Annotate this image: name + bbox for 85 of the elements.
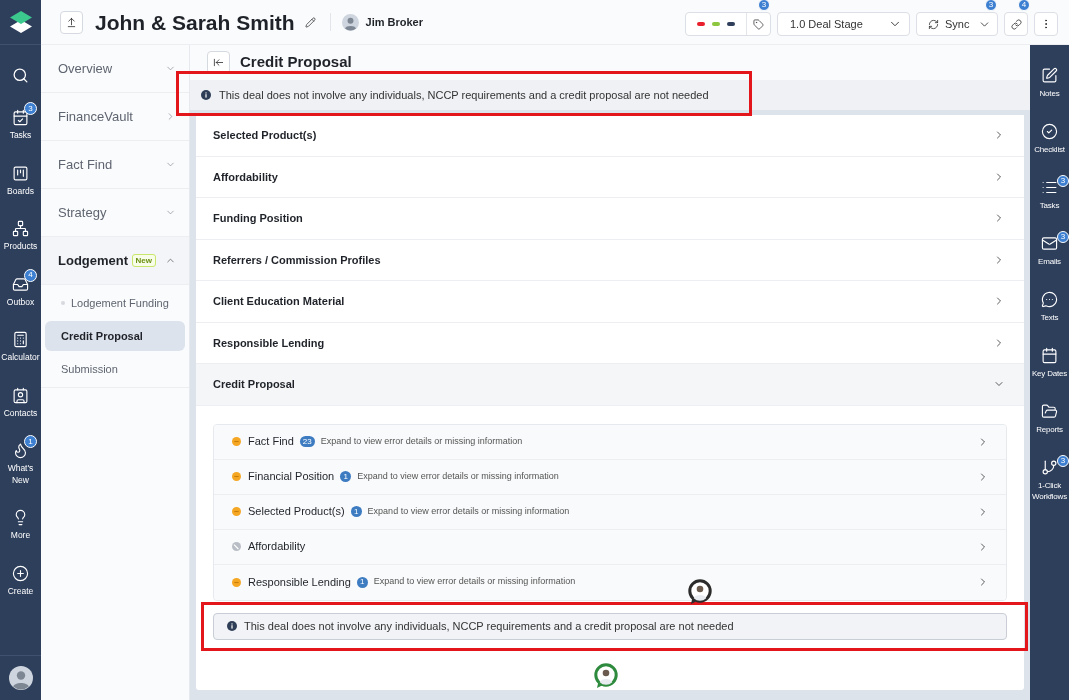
nav-item[interactable]: Key Dates [1030, 347, 1069, 379]
owner-name: Jim Broker [365, 14, 423, 30]
hierarchy-icon [12, 220, 29, 237]
nav-item[interactable]: Reports [1030, 403, 1069, 435]
pencil-icon [305, 16, 317, 28]
link-icon [1010, 18, 1022, 30]
count-badge: 3 [1057, 175, 1069, 187]
count-badge: 4 [24, 268, 37, 282]
flame-icon [12, 442, 29, 459]
info-icon [201, 90, 211, 100]
banner-text: This deal does not involve any individuals, NCCP requirements and a credit proposal are not needed [219, 87, 709, 103]
count-badge: 3 [758, 0, 770, 11]
tag-selector[interactable] [685, 12, 771, 36]
arrow-to-line-icon [213, 57, 224, 68]
link-button[interactable] [1004, 12, 1028, 36]
nav-item[interactable]: Calculator [0, 331, 41, 364]
calendar-icon [1041, 347, 1058, 364]
count-badge: 3 [24, 102, 37, 115]
sidebar-subitem[interactable]: Credit Proposal [45, 321, 185, 351]
nav-item[interactable]: Notes [1030, 67, 1069, 99]
check-note: Expand to view error details or missing information [357, 469, 559, 483]
count-badge: 4 [1018, 0, 1030, 11]
sidebar-item[interactable]: Overview [41, 45, 189, 92]
check-label: Responsible Lending [248, 574, 351, 590]
page-title: Credit Proposal [240, 52, 352, 73]
avatar-icon [8, 666, 33, 690]
search-button[interactable] [11, 66, 30, 84]
check-note: Expand to view error details or missing information [373, 575, 576, 589]
avatar-icon [341, 13, 359, 31]
count-badge: 3 [1057, 455, 1069, 467]
edit-button[interactable] [303, 15, 318, 29]
count-badge: 1 [350, 506, 362, 517]
branch-icon [1041, 459, 1058, 476]
upload-button[interactable] [60, 10, 83, 34]
count-badge: 3 [985, 0, 997, 11]
sidebar-item[interactable]: Lodgement New [41, 237, 189, 284]
check-note: Expand to view error details or missing information [367, 504, 570, 518]
check-label: Affordability [248, 539, 306, 555]
check-label: Financial Position [248, 469, 335, 485]
check-note: Expand to view error details or missing information [320, 434, 523, 448]
check-label: Selected Product(s) [248, 504, 345, 520]
new-badge: New [131, 254, 156, 267]
accordion-row[interactable]: Credit Proposal [196, 364, 1024, 406]
upload-icon [66, 16, 77, 28]
sidebar-item[interactable]: Fact Find [41, 141, 189, 188]
nav-item[interactable]: Contacts [0, 386, 41, 419]
chat-bubble-icon [1041, 291, 1058, 308]
folder-icon [1041, 403, 1058, 420]
plus-circle-icon [12, 564, 29, 582]
pencil-square-icon [1041, 67, 1058, 84]
sidebar-item[interactable]: FinanceVault [41, 93, 189, 140]
search-icon [12, 66, 29, 84]
calculator-icon [12, 331, 29, 348]
nav-item[interactable]: Checklist [1030, 123, 1069, 155]
check-label: Fact Find [248, 434, 294, 450]
check-circle-icon [1041, 123, 1058, 140]
inbox-icon [12, 275, 29, 293]
sync-dropdown[interactable]: Sync [916, 12, 998, 36]
mail-icon [1041, 235, 1058, 252]
count-badge: 3 [1057, 231, 1069, 243]
deal-title: John & Sarah Smith [95, 11, 295, 33]
accordion-row[interactable]: Selected Product(s) [196, 115, 1024, 157]
nav-item[interactable]: Products [0, 220, 41, 253]
stage-dropdown[interactable]: 1.0 Deal Stage [777, 12, 910, 36]
nav-item[interactable]: More [0, 509, 41, 542]
sidebar-item[interactable]: Strategy [41, 189, 189, 236]
refresh-icon [928, 18, 939, 30]
count-badge: 1 [356, 576, 368, 588]
logo-icon [8, 8, 33, 36]
nav-item[interactable]: Boards [0, 164, 41, 197]
count-badge: 1 [340, 471, 352, 482]
nav-item[interactable]: Texts [1030, 291, 1069, 323]
info-icon [227, 621, 237, 631]
list-icon [1041, 179, 1058, 196]
count-badge: 1 [24, 435, 37, 448]
notice-text: This deal does not involve any individuals, NCCP requirements and a credit proposal are not needed [244, 618, 734, 634]
sidebar-subitem[interactable]: Lodgement Funding [45, 288, 185, 318]
nav-item[interactable]: Create [0, 564, 41, 597]
check-row[interactable]: Fact Find 23 Expand to view error details or missing information [214, 424, 1006, 460]
sidebar-subitem[interactable]: Submission [45, 354, 185, 384]
calendar-check-icon [12, 109, 29, 126]
count-badge: 23 [299, 436, 315, 447]
kanban-board-icon [12, 164, 29, 182]
contact-card-icon [12, 386, 29, 404]
tag-icon [753, 18, 764, 30]
